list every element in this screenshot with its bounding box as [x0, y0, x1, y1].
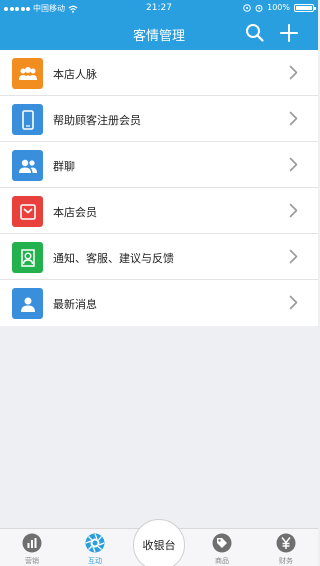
member-card-icon [12, 196, 43, 227]
tab-finance[interactable]: 财务 [261, 529, 311, 566]
tag-icon [212, 533, 232, 553]
cashier-button[interactable]: 收银台 [133, 519, 185, 566]
chevron-right-icon [289, 249, 298, 264]
top-bar: 中国移动 21:27 100% 客情管理 [0, 0, 318, 50]
menu-item-notifications-feedback[interactable]: 通知、客服、建议与反馈 [0, 234, 318, 280]
chevron-right-icon [289, 111, 298, 126]
yen-icon [276, 533, 296, 553]
tab-marketing[interactable]: 营销 [7, 529, 57, 566]
phone-icon [12, 104, 43, 135]
tab-products[interactable]: 商品 [197, 529, 247, 566]
person-icon [12, 288, 43, 319]
menu-item-label: 本店会员 [53, 206, 97, 219]
menu-item-group-chat[interactable]: 群聊 [0, 142, 318, 188]
page-title: 客情管理 [132, 29, 185, 44]
menu-item-label: 通知、客服、建议与反馈 [53, 252, 174, 265]
chevron-right-icon [289, 295, 298, 310]
service-icon [12, 242, 43, 273]
tab-interaction[interactable]: 互动 [70, 529, 120, 566]
tab-label: 互动 [88, 557, 102, 565]
menu-item-label: 群聊 [53, 160, 75, 173]
plus-icon[interactable] [278, 22, 300, 44]
chart-icon [22, 533, 42, 553]
status-bar: 中国移动 21:27 100% [0, 0, 318, 16]
menu-item-label: 本店人脉 [53, 68, 97, 81]
chevron-right-icon [289, 65, 298, 80]
tab-label: 商品 [215, 557, 229, 565]
group-chat-icon [12, 150, 43, 181]
menu-list: 本店人脉 帮助顾客注册会员 群聊 本店会员 通知、客服、建议与反馈 最新消息 [0, 50, 318, 326]
chevron-right-icon [289, 203, 298, 218]
battery-percent: 100% [267, 3, 290, 12]
alarm-icon [255, 4, 263, 12]
menu-item-register-member[interactable]: 帮助顾客注册会员 [0, 96, 318, 142]
menu-item-latest-messages[interactable]: 最新消息 [0, 280, 318, 326]
menu-item-label: 最新消息 [53, 298, 97, 311]
nav-bar: 客情管理 [0, 16, 318, 50]
tab-label: 营销 [25, 557, 39, 565]
search-icon[interactable] [244, 22, 266, 44]
status-right: 100% [243, 3, 316, 12]
tab-label: 财务 [279, 557, 293, 565]
aperture-icon [85, 533, 105, 553]
menu-item-label: 帮助顾客注册会员 [53, 114, 141, 127]
menu-item-store-contacts[interactable]: 本店人脉 [0, 50, 318, 96]
menu-item-store-members[interactable]: 本店会员 [0, 188, 318, 234]
battery-icon [294, 3, 316, 12]
location-icon [243, 3, 251, 12]
chevron-right-icon [289, 157, 298, 172]
contacts-icon [12, 58, 43, 89]
